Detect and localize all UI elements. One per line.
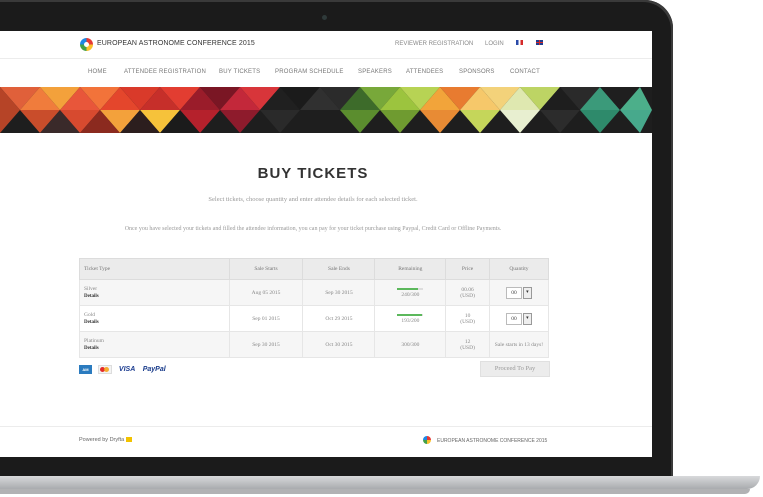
ticket-name-cell: Gold Details bbox=[79, 305, 230, 332]
col-price: Price bbox=[445, 258, 490, 280]
page-subtitle: Select tickets, choose quantity and ente… bbox=[208, 196, 418, 203]
col-sale-ends: Sale Ends bbox=[302, 258, 376, 280]
remaining-text: 240/300 bbox=[401, 291, 420, 298]
footer: Powered by Dryfta EUROPEAN ASTRONOME CON… bbox=[0, 426, 652, 457]
remaining-cell: 240/300 bbox=[374, 279, 447, 306]
powered-by-text: Powered by Dryfta bbox=[79, 437, 133, 443]
sale-status-cell: Sale starts in 13 days! bbox=[488, 331, 550, 358]
sale-ends-cell: Sep 30 2015 bbox=[302, 279, 376, 306]
ticket-name-cell: Silver Details bbox=[79, 279, 230, 306]
visa-logo: VISA bbox=[118, 366, 136, 374]
nav-attendees[interactable]: ATTENDEES bbox=[406, 69, 443, 75]
ticket-name: Platinum bbox=[84, 337, 104, 344]
top-bar: EUROPEAN ASTRONOME CONFERENCE 2015 REVIE… bbox=[0, 31, 652, 59]
sale-ends-cell: Oct 29 2015 bbox=[302, 305, 376, 332]
remaining-text: 193/200 bbox=[401, 317, 420, 324]
price-cell: 10 (USD) bbox=[445, 305, 490, 332]
sale-starts-cell: Sep 30 2015 bbox=[228, 331, 304, 358]
footer-site-name: EUROPEAN ASTRONOME CONFERENCE 2015 bbox=[437, 438, 548, 444]
nav-sponsors[interactable]: SPONSORS bbox=[459, 69, 495, 75]
quantity-dropdown-arrow-icon[interactable]: ▾ bbox=[522, 312, 532, 325]
english-flag-icon[interactable] bbox=[536, 40, 543, 45]
amex-icon: AM bbox=[79, 365, 92, 375]
quantity-cell: 00 ▾ bbox=[488, 279, 550, 306]
table-row: Platinum Details Sep 30 2015 Oct 30 2015… bbox=[79, 331, 550, 358]
ticket-details-link[interactable]: Details bbox=[84, 345, 228, 353]
col-ticket-type: Ticket Type bbox=[79, 258, 230, 280]
col-sale-starts: Sale Starts bbox=[228, 258, 304, 280]
conference-logo-icon[interactable] bbox=[80, 38, 93, 51]
ticket-name-cell: Platinum Details bbox=[79, 331, 230, 358]
table-row: Silver Details Aug 05 2015 Sep 30 2015 2… bbox=[79, 279, 550, 306]
ticket-details-link[interactable]: Details bbox=[84, 293, 228, 301]
ticket-details-link[interactable]: Details bbox=[84, 319, 228, 327]
quantity-select[interactable]: 00 bbox=[505, 286, 522, 299]
price-cell: 12 (USD) bbox=[445, 331, 490, 358]
payment-info-text: Once you have selected your tickets and … bbox=[124, 226, 502, 232]
main-nav: HOME ATTENDEE REGISTRATION BUY TICKETS P… bbox=[0, 59, 652, 87]
nav-home[interactable]: HOME bbox=[88, 69, 107, 75]
nav-buy-tickets[interactable]: BUY TICKETS bbox=[219, 69, 260, 75]
price-currency: (USD) bbox=[460, 344, 475, 351]
payment-methods: AM VISA PayPal bbox=[79, 361, 168, 375]
remaining-bar-fill bbox=[397, 313, 423, 316]
nav-speakers[interactable]: SPEAKERS bbox=[358, 69, 392, 75]
remaining-cell: 193/200 bbox=[374, 305, 447, 332]
ticket-name: Gold bbox=[84, 311, 95, 318]
quantity-cell: 00 ▾ bbox=[488, 305, 550, 332]
nav-program-schedule[interactable]: PROGRAM SCHEDULE bbox=[275, 69, 344, 75]
ticket-name: Silver bbox=[84, 285, 98, 292]
price-cell: 00.06 (USD) bbox=[445, 279, 490, 306]
col-quantity: Quantity bbox=[488, 258, 550, 280]
sale-starts-cell: Aug 05 2015 bbox=[228, 279, 304, 306]
webcam bbox=[322, 15, 327, 20]
powered-by-label[interactable]: Powered by Dryfta bbox=[79, 437, 124, 443]
sale-starts-cell: Sep 01 2015 bbox=[228, 305, 304, 332]
remaining-bar bbox=[397, 313, 424, 316]
paypal-logo: PayPal bbox=[142, 366, 166, 374]
dryfta-badge-icon bbox=[126, 437, 133, 443]
browser-viewport: EUROPEAN ASTRONOME CONFERENCE 2015 REVIE… bbox=[0, 31, 652, 457]
login-link[interactable]: LOGIN bbox=[485, 41, 504, 47]
tickets-table: Ticket Type Sale Starts Sale Ends Remain… bbox=[79, 258, 550, 358]
price-currency: (USD) bbox=[460, 292, 475, 299]
sale-ends-cell: Oct 30 2015 bbox=[302, 331, 376, 358]
site-name[interactable]: EUROPEAN ASTRONOME CONFERENCE 2015 bbox=[97, 40, 255, 47]
proceed-to-pay-button[interactable]: Proceed To Pay bbox=[480, 361, 550, 377]
mastercard-icon bbox=[98, 365, 113, 375]
remaining-cell: 300/300 bbox=[374, 331, 447, 358]
remaining-bar-fill bbox=[397, 287, 419, 290]
quantity-select[interactable]: 00 bbox=[505, 312, 522, 325]
laptop-base-shadow bbox=[0, 489, 750, 494]
geometric-banner bbox=[0, 87, 652, 133]
nav-attendee-registration[interactable]: ATTENDEE REGISTRATION bbox=[124, 69, 206, 75]
quantity-dropdown-arrow-icon[interactable]: ▾ bbox=[522, 286, 532, 299]
price-currency: (USD) bbox=[460, 318, 475, 325]
table-row: Gold Details Sep 01 2015 Oct 29 2015 193… bbox=[79, 305, 550, 332]
footer-logo-icon bbox=[423, 436, 431, 444]
table-header-row: Ticket Type Sale Starts Sale Ends Remain… bbox=[79, 258, 550, 280]
laptop-base bbox=[0, 476, 760, 489]
col-remaining: Remaining bbox=[374, 258, 447, 280]
page-title: BUY TICKETS bbox=[257, 165, 369, 182]
french-flag-icon[interactable] bbox=[516, 40, 523, 45]
remaining-bar bbox=[397, 287, 424, 290]
reviewer-registration-link[interactable]: REVIEWER REGISTRATION bbox=[395, 41, 473, 47]
nav-contact[interactable]: CONTACT bbox=[510, 69, 540, 75]
